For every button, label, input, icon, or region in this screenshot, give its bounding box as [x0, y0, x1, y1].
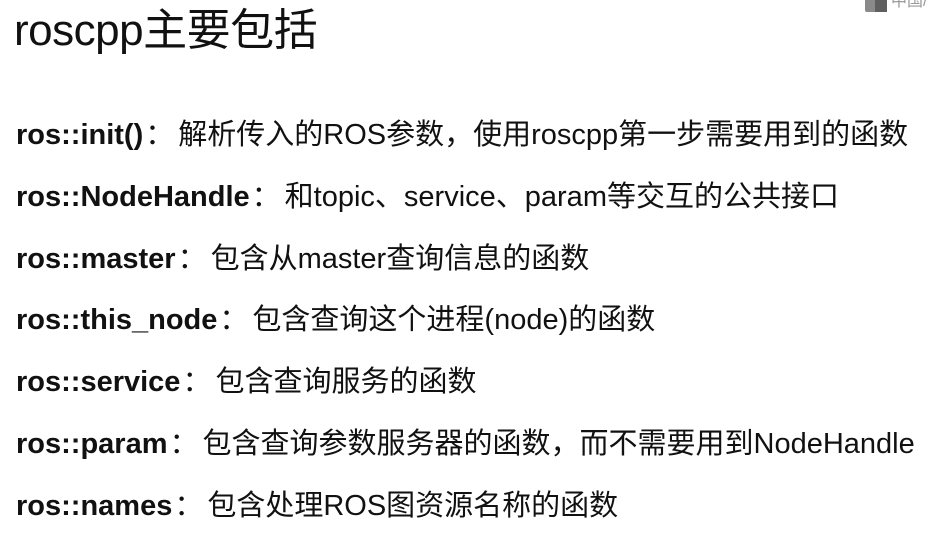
- api-separator: ：: [182, 366, 212, 399]
- api-description: 和topic、service、param等交互的公共接口: [284, 180, 839, 213]
- api-name: ros::param: [16, 427, 168, 460]
- list-item-ros-param: ros::param： 包含查询参数服务器的函数，而不需要用到NodeHandle: [16, 421, 941, 483]
- corner-logo-text: 中国/: [891, 0, 928, 10]
- list-item-ros-this-node: ros::this_node： 包含查询这个进程(node)的函数: [16, 297, 941, 359]
- list-item-ros-master: ros::master： 包含从master查询信息的函数: [16, 236, 941, 298]
- api-description: 解析传入的ROS参数，使用roscpp第一步需要用到的函数: [178, 119, 909, 151]
- api-description: 包含查询服务的函数: [215, 366, 477, 399]
- api-description: 包含处理ROS图资源名称的函数: [207, 489, 619, 522]
- list-item-ros-names: ros::names： 包含处理ROS图资源名称的函数: [16, 483, 941, 534]
- api-separator: ：: [174, 489, 204, 522]
- cube-logo-shade: [875, 0, 887, 12]
- api-description: 包含从master查询信息的函数: [210, 242, 590, 275]
- api-description: 包含查询参数服务器的函数，而不需要用到NodeHandle: [202, 427, 915, 460]
- list-item-ros-init: ros::init()： 解析传入的ROS参数，使用roscpp第一步需要用到的函…: [16, 112, 941, 174]
- api-separator: ：: [169, 427, 199, 460]
- list-item-ros-service: ros::service： 包含查询服务的函数: [16, 359, 941, 421]
- list-item-ros-nodehandle: ros::NodeHandle： 和topic、service、param等交互的…: [16, 174, 941, 236]
- api-name: ros::init(): [16, 119, 144, 151]
- slide-title: roscpp主要包括: [14, 6, 318, 55]
- corner-logo: 中国/: [865, 0, 947, 14]
- api-description: 包含查询这个进程(node)的函数: [252, 304, 656, 337]
- api-name: ros::NodeHandle: [16, 180, 250, 213]
- api-name: ros::names: [16, 489, 173, 522]
- slide: roscpp主要包括 中国/ ros::init()： 解析传入的ROS参数，使用…: [0, 0, 947, 534]
- api-list: ros::init()： 解析传入的ROS参数，使用roscpp第一步需要用到的函…: [16, 112, 941, 534]
- api-separator: ：: [251, 180, 281, 213]
- api-name: ros::service: [16, 366, 181, 399]
- api-name: ros::master: [16, 242, 176, 275]
- api-separator: ：: [145, 119, 175, 151]
- api-separator: ：: [219, 304, 249, 337]
- api-name: ros::this_node: [16, 304, 218, 337]
- api-separator: ：: [177, 242, 207, 275]
